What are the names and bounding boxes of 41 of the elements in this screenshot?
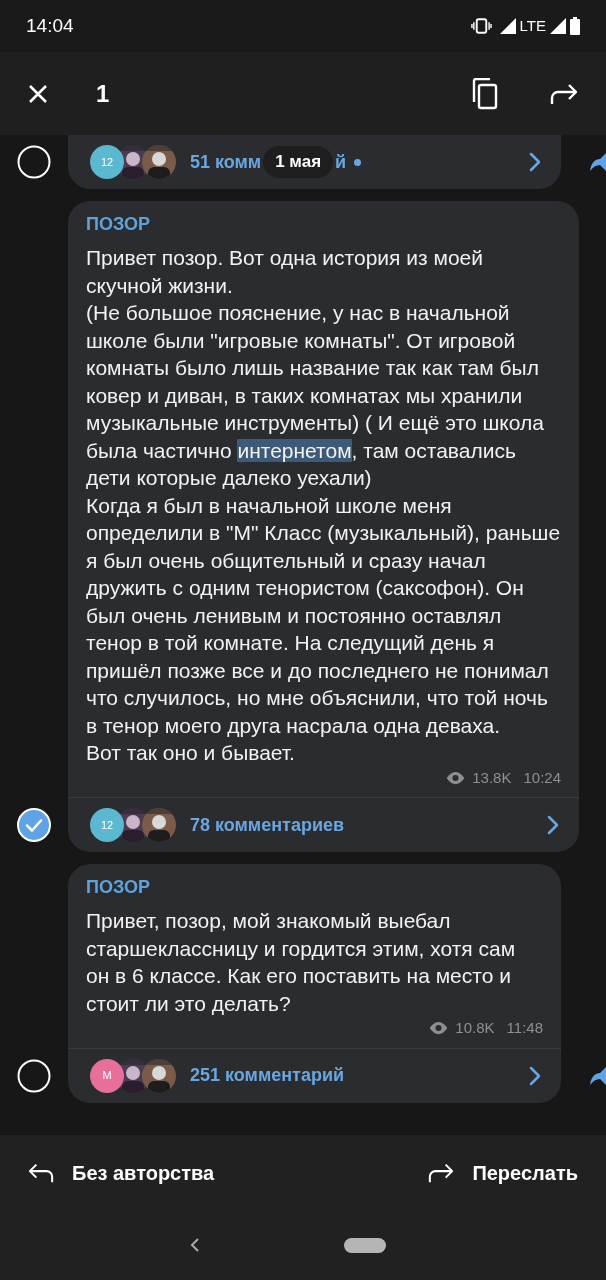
message-text: Привет, позор, мой знакомый выебал старшеклассницу и гордится этим, хотя сам он в 6 классе. Как его поставить на место и стоит ли это делать? — [86, 908, 517, 1017]
chevron-right-icon — [529, 1065, 541, 1086]
reply-arrow-icon — [28, 1161, 54, 1184]
selected-count: 1 — [96, 78, 110, 109]
channel-name: ПОЗОР — [86, 213, 151, 236]
chevron-right-icon — [547, 815, 559, 835]
network-type: LTE — [519, 15, 546, 36]
comments-link[interactable]: 78 комментариев — [190, 811, 345, 839]
select-circle[interactable] — [17, 1058, 51, 1093]
home-pill[interactable] — [344, 1237, 386, 1253]
forward-icon[interactable] — [550, 82, 578, 105]
channel-name: ПОЗОР — [86, 876, 151, 899]
vibrate-icon — [470, 18, 492, 34]
status-time: 14:04 — [26, 13, 74, 38]
comments-link[interactable]: й — [335, 148, 347, 176]
signal-icon — [499, 18, 516, 34]
forward-button[interactable]: Переслать — [428, 1157, 578, 1188]
view-count: 13.8K — [472, 767, 512, 788]
avatar: 12 — [90, 145, 124, 179]
close-icon[interactable] — [28, 83, 48, 104]
checkmark-icon[interactable] — [17, 808, 51, 842]
message-text: Привет позор. Вот одна история из моей скучной жизни. (Не большое пояснение, у нас в начальной школе были "игровые комнаты". От игровой комнаты было лишь название так как там был ковер и диван, в таких комнатах мы хранили музыкальные инструменты) ( И ещё это школа была частично интернетом, там оставались дети которые далеко уехали) Когда я был в начальной школе меня определили в "М" Класс (музыкальный), раньше я был очень общительный и сразу начал дружить с одним тенористом (саксофон). Он был очень ленивым и постоянно оставлял тенор в той комнате. На следущий день я пришёл позже все и до последнего не понимал что случилось, но мне объяснили, что той ночь в тенор моего друга насрала одна деваха. Вот так оно и бывает. — [86, 245, 561, 766]
date-pill: 1 мая — [263, 146, 334, 178]
avatar: M — [90, 1058, 124, 1093]
chevron-right-icon — [529, 152, 541, 172]
share-icon[interactable] — [590, 151, 606, 173]
message-time: 10:24 — [523, 767, 561, 788]
battery-icon — [570, 17, 580, 35]
anonymous-forward-button[interactable]: Без авторства — [28, 1157, 215, 1188]
eye-icon — [445, 770, 467, 785]
copy-icon[interactable] — [472, 77, 498, 110]
signal-icon — [550, 18, 566, 34]
comments-link[interactable]: 51 комм — [190, 148, 262, 176]
back-icon[interactable] — [190, 1237, 200, 1253]
message-time: 11:48 — [506, 1018, 543, 1038]
view-count: 10.8K — [455, 1018, 495, 1038]
select-circle[interactable] — [17, 145, 51, 179]
forward-icon — [428, 1161, 455, 1184]
avatar: 12 — [90, 808, 124, 842]
eye-icon — [428, 1021, 450, 1036]
comments-link[interactable]: 251 комментарий — [190, 1062, 345, 1089]
